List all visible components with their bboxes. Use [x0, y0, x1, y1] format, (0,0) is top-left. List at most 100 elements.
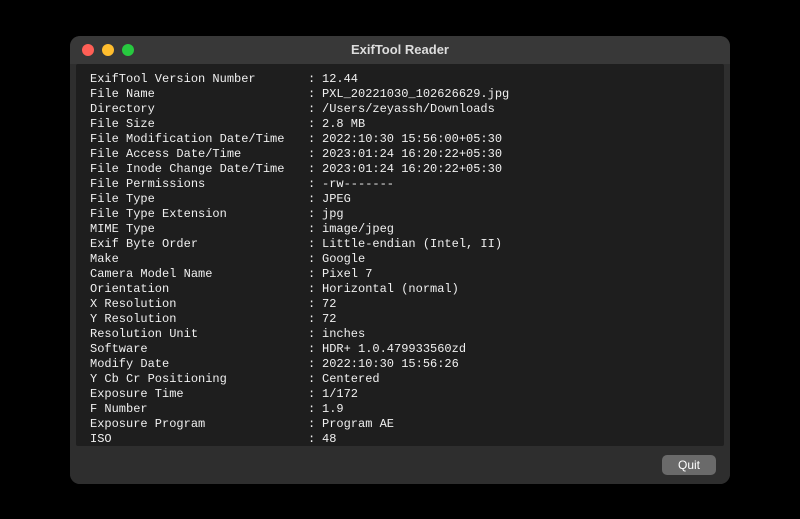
- exif-label: Exif Byte Order: [90, 237, 308, 252]
- exif-label: File Modification Date/Time: [90, 132, 308, 147]
- exif-separator: :: [308, 237, 322, 252]
- exif-row: Exif Byte Order: Little-endian (Intel, I…: [90, 237, 710, 252]
- exif-value: Google: [322, 252, 710, 267]
- exif-value: 2023:01:24 16:20:22+05:30: [322, 147, 710, 162]
- exif-value: 72: [322, 297, 710, 312]
- traffic-lights: [70, 44, 134, 56]
- exif-value: Pixel 7: [322, 267, 710, 282]
- exif-separator: :: [308, 372, 322, 387]
- exif-row: MIME Type: image/jpeg: [90, 222, 710, 237]
- exif-separator: :: [308, 132, 322, 147]
- exif-value: 48: [322, 432, 710, 446]
- exif-row: ExifTool Version Number: 12.44: [90, 72, 710, 87]
- exif-value: 2.8 MB: [322, 117, 710, 132]
- minimize-icon[interactable]: [102, 44, 114, 56]
- exif-row: File Permissions: -rw-------: [90, 177, 710, 192]
- exif-row: File Modification Date/Time: 2022:10:30 …: [90, 132, 710, 147]
- exif-row: Modify Date: 2022:10:30 15:56:26: [90, 357, 710, 372]
- exif-row: Camera Model Name: Pixel 7: [90, 267, 710, 282]
- app-window: ExifTool Reader ExifTool Version Number:…: [70, 36, 730, 484]
- exif-row: File Name: PXL_20221030_102626629.jpg: [90, 87, 710, 102]
- exif-value: 2022:10:30 15:56:26: [322, 357, 710, 372]
- exif-value: /Users/zeyassh/Downloads: [322, 102, 710, 117]
- exif-label: ExifTool Version Number: [90, 72, 308, 87]
- exif-separator: :: [308, 342, 322, 357]
- exif-label: File Type Extension: [90, 207, 308, 222]
- exif-label: Y Cb Cr Positioning: [90, 372, 308, 387]
- exif-separator: :: [308, 207, 322, 222]
- exif-label: Software: [90, 342, 308, 357]
- window-title: ExifTool Reader: [70, 42, 730, 57]
- exif-value: HDR+ 1.0.479933560zd: [322, 342, 710, 357]
- exif-label: Y Resolution: [90, 312, 308, 327]
- exif-label: Modify Date: [90, 357, 308, 372]
- exif-label: F Number: [90, 402, 308, 417]
- exif-label: File Size: [90, 117, 308, 132]
- exif-row: File Type Extension: jpg: [90, 207, 710, 222]
- exif-separator: :: [308, 177, 322, 192]
- exif-separator: :: [308, 282, 322, 297]
- exif-row: File Inode Change Date/Time: 2023:01:24 …: [90, 162, 710, 177]
- exif-separator: :: [308, 192, 322, 207]
- exif-row: Y Resolution: 72: [90, 312, 710, 327]
- exif-separator: :: [308, 417, 322, 432]
- exif-separator: :: [308, 432, 322, 446]
- exif-label: Exposure Program: [90, 417, 308, 432]
- exif-table: ExifTool Version Number: 12.44File Name:…: [90, 72, 710, 446]
- exif-row: File Access Date/Time: 2023:01:24 16:20:…: [90, 147, 710, 162]
- exif-value: 2023:01:24 16:20:22+05:30: [322, 162, 710, 177]
- exif-label: Resolution Unit: [90, 327, 308, 342]
- footer: Quit: [70, 446, 730, 484]
- exif-label: Exposure Time: [90, 387, 308, 402]
- exif-label: File Permissions: [90, 177, 308, 192]
- exif-label: File Type: [90, 192, 308, 207]
- exif-separator: :: [308, 222, 322, 237]
- exif-separator: :: [308, 267, 322, 282]
- exif-separator: :: [308, 147, 322, 162]
- exif-value: inches: [322, 327, 710, 342]
- exif-row: Make: Google: [90, 252, 710, 267]
- exif-value: 1/172: [322, 387, 710, 402]
- exif-value: -rw-------: [322, 177, 710, 192]
- exif-separator: :: [308, 327, 322, 342]
- exif-value: 1.9: [322, 402, 710, 417]
- exif-row: F Number: 1.9: [90, 402, 710, 417]
- quit-button[interactable]: Quit: [662, 455, 716, 475]
- exif-label: MIME Type: [90, 222, 308, 237]
- exif-value: 2022:10:30 15:56:00+05:30: [322, 132, 710, 147]
- content-area: ExifTool Version Number: 12.44File Name:…: [76, 64, 724, 446]
- exif-row: X Resolution: 72: [90, 297, 710, 312]
- exif-row: Exposure Program: Program AE: [90, 417, 710, 432]
- exif-row: File Size: 2.8 MB: [90, 117, 710, 132]
- exif-value: 12.44: [322, 72, 710, 87]
- exif-value: image/jpeg: [322, 222, 710, 237]
- close-icon[interactable]: [82, 44, 94, 56]
- exif-row: Y Cb Cr Positioning: Centered: [90, 372, 710, 387]
- exif-label: Orientation: [90, 282, 308, 297]
- exif-separator: :: [308, 297, 322, 312]
- exif-value: JPEG: [322, 192, 710, 207]
- exif-row: Orientation: Horizontal (normal): [90, 282, 710, 297]
- exif-value: PXL_20221030_102626629.jpg: [322, 87, 710, 102]
- exif-row: ISO: 48: [90, 432, 710, 446]
- maximize-icon[interactable]: [122, 44, 134, 56]
- exif-value: Little-endian (Intel, II): [322, 237, 710, 252]
- exif-label: ISO: [90, 432, 308, 446]
- exif-label: Make: [90, 252, 308, 267]
- exif-separator: :: [308, 87, 322, 102]
- titlebar: ExifTool Reader: [70, 36, 730, 64]
- exif-row: Software: HDR+ 1.0.479933560zd: [90, 342, 710, 357]
- exif-value: Program AE: [322, 417, 710, 432]
- exif-row: Directory: /Users/zeyassh/Downloads: [90, 102, 710, 117]
- exif-separator: :: [308, 312, 322, 327]
- exif-row: File Type: JPEG: [90, 192, 710, 207]
- exif-label: Camera Model Name: [90, 267, 308, 282]
- exif-separator: :: [308, 357, 322, 372]
- exif-row: Resolution Unit: inches: [90, 327, 710, 342]
- exif-separator: :: [308, 252, 322, 267]
- exif-value: jpg: [322, 207, 710, 222]
- exif-label: X Resolution: [90, 297, 308, 312]
- exif-separator: :: [308, 72, 322, 87]
- exif-separator: :: [308, 162, 322, 177]
- exif-value: Horizontal (normal): [322, 282, 710, 297]
